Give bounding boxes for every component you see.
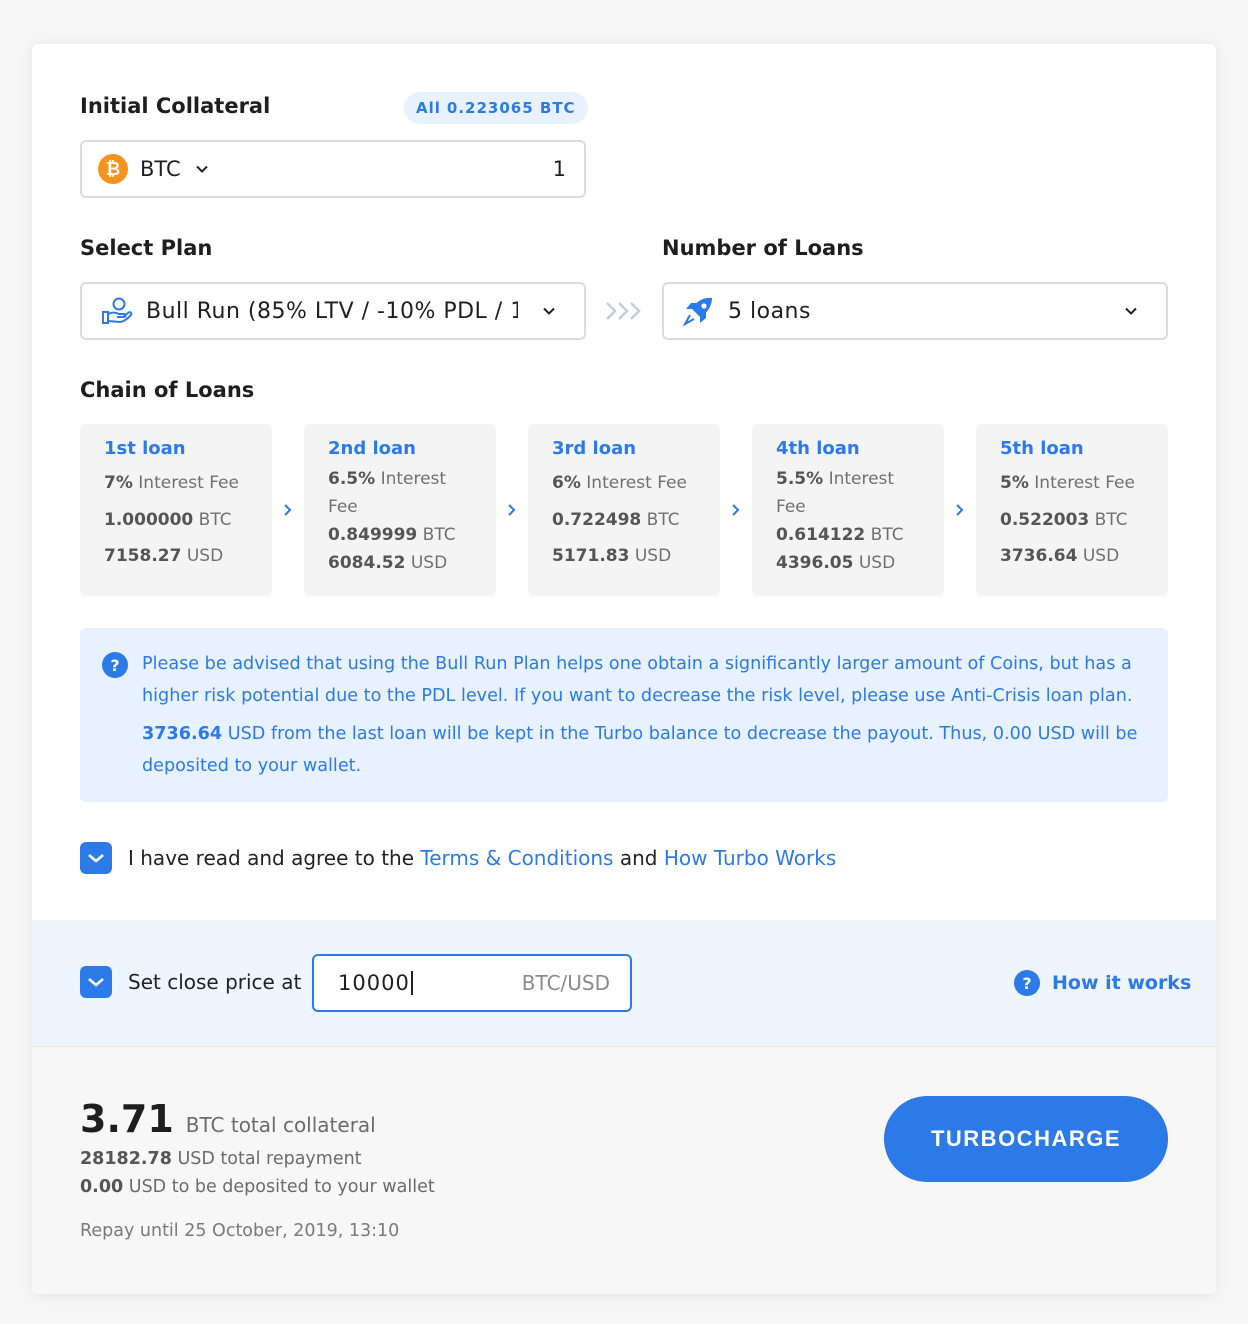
chevron-right-icon bbox=[732, 504, 740, 516]
total-collateral-value: 3.71 bbox=[80, 1097, 174, 1141]
close-price-value: 10000 bbox=[338, 971, 413, 995]
loan-usd: 7158.27 USD bbox=[104, 546, 224, 566]
notice-paragraph-2: 3736.64 USD from the last loan will be k… bbox=[142, 718, 1152, 782]
agreement-prefix: I have read and agree to the bbox=[128, 846, 421, 870]
terms-link[interactable]: Terms & Conditions bbox=[420, 846, 613, 870]
loan-btc: 0.849999 BTC bbox=[328, 525, 456, 545]
loan-card-5: 5th loan 5% Interest Fee 0.522003 BTC 37… bbox=[976, 424, 1168, 596]
close-price-section: Set close price at 10000 BTC/USD ? How i… bbox=[32, 920, 1216, 1046]
chevron-down-icon bbox=[543, 307, 555, 315]
loan-card-1: 1st loan 7% Interest Fee 1.000000 BTC 71… bbox=[80, 424, 272, 596]
how-turbo-works-link[interactable]: How Turbo Works bbox=[664, 846, 836, 870]
loan-usd: 6084.52 USD bbox=[328, 553, 448, 573]
currency-label: BTC bbox=[140, 157, 181, 181]
total-repayment: 28182.78 USD total repayment bbox=[80, 1149, 362, 1169]
chevron-right-icon bbox=[508, 504, 516, 516]
loan-card-4: 4th loan 5.5% Interest Fee 0.614122 BTC … bbox=[752, 424, 944, 596]
chevron-down-icon bbox=[195, 165, 208, 173]
loan-title: 3rd loan bbox=[552, 438, 637, 459]
all-amount: 0.223065 BTC bbox=[446, 99, 576, 117]
hand-coin-icon bbox=[102, 297, 133, 324]
how-it-works-link[interactable]: ? How it works bbox=[1014, 970, 1191, 996]
loan-title: 1st loan bbox=[104, 438, 186, 459]
total-collateral-label: BTC total collateral bbox=[185, 1113, 376, 1137]
close-price-input[interactable]: 10000 BTC/USD bbox=[312, 954, 632, 1012]
deposit-amount: 0.00 USD to be deposited to your wallet bbox=[80, 1177, 435, 1197]
notice-amount: 3736.64 bbox=[142, 724, 223, 744]
notice-paragraph-1: Please be advised that using the Bull Ru… bbox=[142, 654, 1133, 706]
loan-title: 5th loan bbox=[1000, 438, 1084, 459]
loan-interest: 5.5% Interest Fee bbox=[776, 469, 895, 517]
loan-title: 2nd loan bbox=[328, 438, 416, 459]
chain-of-loans-label: Chain of Loans bbox=[80, 378, 255, 402]
number-of-loans-label: Number of Loans bbox=[662, 236, 864, 260]
loan-btc: 0.614122 BTC bbox=[776, 525, 904, 545]
close-price-label: Set close price at bbox=[128, 970, 302, 994]
all-label: All bbox=[416, 99, 441, 117]
loan-btc: 1.000000 BTC bbox=[104, 510, 232, 530]
loan-title: 4th loan bbox=[776, 438, 860, 459]
loan-interest: 6.5% Interest Fee bbox=[328, 469, 447, 517]
collateral-amount-input[interactable]: 1 bbox=[553, 157, 566, 181]
collateral-field: ₿ BTC 1 bbox=[80, 140, 586, 198]
bitcoin-icon: ₿ bbox=[98, 154, 128, 184]
question-icon: ? bbox=[102, 652, 128, 678]
close-price-checkbox[interactable] bbox=[80, 966, 112, 998]
how-it-works-label: How it works bbox=[1052, 972, 1192, 994]
currency-select[interactable]: ₿ BTC bbox=[98, 154, 211, 184]
loan-card-3: 3rd loan 6% Interest Fee 0.722498 BTC 51… bbox=[528, 424, 720, 596]
initial-collateral-label: Initial Collateral bbox=[80, 94, 271, 118]
agree-checkbox[interactable] bbox=[80, 842, 112, 874]
plan-select[interactable]: Bull Run (85% LTV / -10% PDL / 1 bbox=[80, 282, 586, 340]
agreement-middle: and bbox=[613, 846, 664, 870]
loan-interest: 7% Interest Fee bbox=[104, 473, 239, 493]
rocket-icon bbox=[682, 297, 712, 327]
chevron-right-icon bbox=[284, 504, 292, 516]
notice-text: USD from the last loan will be kept in t… bbox=[142, 724, 1138, 776]
loan-card-2: 2nd loan 6.5% Interest Fee 0.849999 BTC … bbox=[304, 424, 496, 596]
close-price-unit: BTC/USD bbox=[521, 971, 610, 995]
loans-count-select[interactable]: 5 loans bbox=[662, 282, 1168, 340]
agreement-text: I have read and agree to the Terms & Con… bbox=[128, 846, 836, 870]
loan-usd: 5171.83 USD bbox=[552, 546, 672, 566]
loan-btc: 0.722498 BTC bbox=[552, 510, 680, 530]
loan-usd: 4396.05 USD bbox=[776, 553, 896, 573]
select-plan-label: Select Plan bbox=[80, 236, 213, 260]
repay-until: Repay until 25 October, 2019, 13:10 bbox=[80, 1221, 400, 1241]
loan-interest: 5% Interest Fee bbox=[1000, 473, 1135, 493]
loans-count-selected: 5 loans bbox=[728, 298, 811, 324]
loan-btc: 0.522003 BTC bbox=[1000, 510, 1128, 530]
triple-chevron-icon bbox=[606, 302, 641, 320]
total-collateral: 3.71 BTC total collateral bbox=[80, 1097, 376, 1141]
all-balance-button[interactable]: All 0.223065 BTC bbox=[404, 92, 588, 124]
turbocharge-button[interactable]: TURBOCHARGE bbox=[884, 1096, 1168, 1182]
loan-usd: 3736.64 USD bbox=[1000, 546, 1120, 566]
plan-selected-label: Bull Run (85% LTV / -10% PDL / 1 bbox=[146, 298, 518, 324]
check-icon bbox=[88, 854, 104, 863]
chevron-right-icon bbox=[956, 504, 964, 516]
risk-notice: ? Please be advised that using the Bull … bbox=[80, 628, 1168, 802]
chevron-down-icon bbox=[1125, 307, 1137, 315]
turbo-loan-card: Initial Collateral All 0.223065 BTC ₿ BT… bbox=[32, 44, 1216, 1294]
question-icon: ? bbox=[1014, 970, 1040, 996]
check-icon bbox=[88, 978, 104, 987]
loan-interest: 6% Interest Fee bbox=[552, 473, 687, 493]
